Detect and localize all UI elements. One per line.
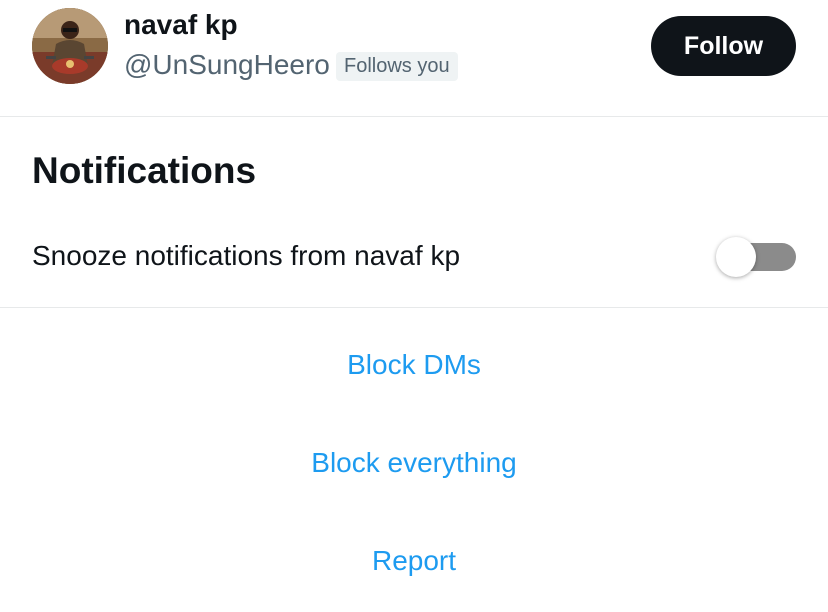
block-everything-button[interactable]: Block everything (0, 433, 828, 493)
divider (0, 307, 828, 308)
follow-button[interactable]: Follow (651, 16, 796, 76)
report-label: Report (371, 545, 457, 576)
snooze-notifications-toggle[interactable] (716, 236, 796, 277)
profile-name[interactable]: navaf kp (124, 9, 238, 41)
block-everything-label: Block everything (311, 447, 517, 478)
snooze-notifications-row[interactable]: Snooze notifications from navaf kp (0, 226, 828, 286)
follows-you-badge: Follows you (336, 52, 458, 81)
notifications-heading: Notifications (32, 150, 257, 191)
divider (0, 116, 828, 117)
block-dms-button[interactable]: Block DMs (0, 335, 828, 395)
report-button[interactable]: Report (0, 531, 828, 591)
block-dms-label: Block DMs (347, 349, 481, 380)
avatar[interactable] (32, 8, 108, 84)
toggle-thumb (716, 237, 756, 277)
profile-handle[interactable]: @UnSungHeero (124, 49, 330, 81)
snooze-notifications-label: Snooze notifications from navaf kp (32, 240, 461, 271)
profile-header: navaf kp @UnSungHeero Follows you Follow (0, 0, 828, 116)
